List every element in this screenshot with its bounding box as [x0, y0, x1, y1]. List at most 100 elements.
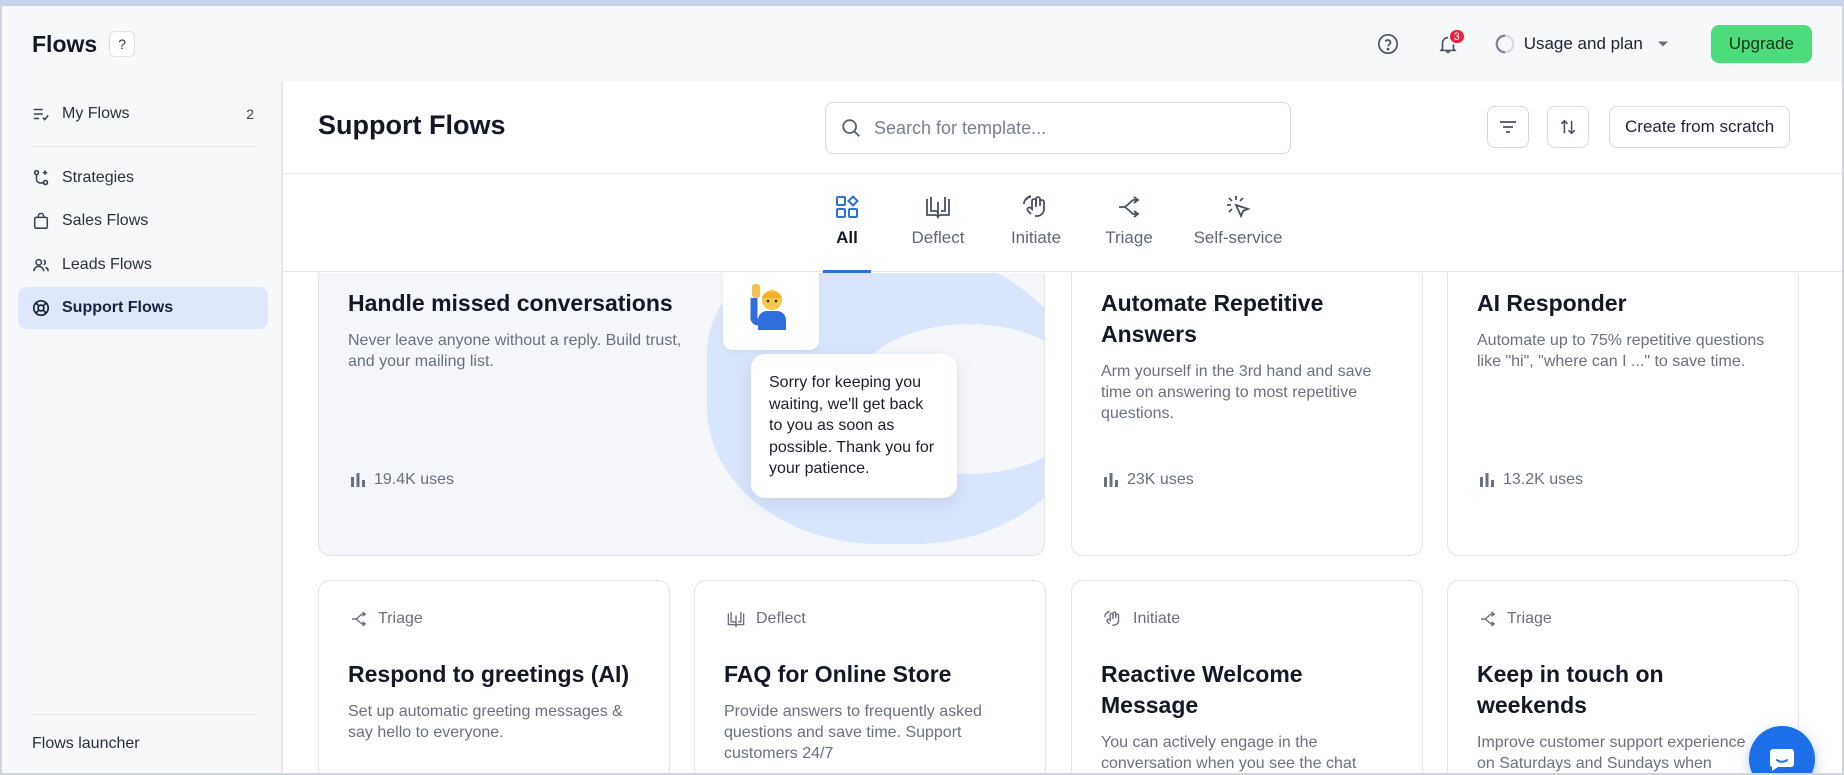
bar-chart-icon — [351, 473, 365, 487]
tab-label: Initiate — [1010, 228, 1062, 247]
tab-self-service[interactable]: Self-service — [1191, 174, 1285, 272]
card-description: Arm yourself in the 3rd hand and save ti… — [1101, 363, 1372, 422]
cursor-click-icon — [1227, 196, 1251, 219]
sidebar-item-label: Sales Flows — [62, 212, 149, 229]
card-uses-label: 13.2K uses — [1503, 471, 1584, 488]
card-category-tag: Deflect — [726, 610, 806, 628]
card-category-tag: Initiate — [1103, 610, 1180, 628]
tab-initiate[interactable]: Initiate — [1003, 174, 1069, 272]
card-title: Keep in touch on weekends — [1477, 661, 1664, 718]
card-description: Set up automatic greeting messages & say… — [348, 703, 623, 741]
sidebar-item-count: 2 — [246, 106, 254, 122]
app-title: Flows — [32, 30, 98, 57]
sidebar-item-strategies[interactable]: Strategies — [18, 157, 268, 199]
split-arrows-icon — [1481, 611, 1496, 627]
card-tag-label: Deflect — [756, 610, 806, 627]
sidebar: My Flows 2 Strategies Sales Flows Leads … — [2, 82, 282, 773]
card-title: Respond to greetings (AI) — [348, 661, 630, 687]
waving-person-icon — [750, 284, 786, 330]
app-window: Flows ? 3 Usage and plan Upgrade My Flow… — [0, 0, 1844, 775]
card-category-tag: Triage — [350, 610, 423, 628]
filter-icon — [1500, 121, 1516, 133]
strategy-icon — [32, 169, 50, 187]
template-card-handle-missed-conversations[interactable]: Handle missed conversations Never leave … — [318, 273, 1045, 556]
search-input[interactable] — [874, 117, 1254, 139]
book-icon — [926, 197, 950, 220]
progress-ring-icon — [1495, 34, 1515, 54]
flows-launcher-link[interactable]: Flows launcher — [32, 735, 140, 753]
list-check-icon — [32, 105, 50, 123]
template-card-faq-online-store[interactable]: Deflect FAQ for Online Store Provide ans… — [694, 580, 1046, 773]
grid-icon — [836, 195, 859, 218]
sidebar-item-label: Strategies — [62, 169, 135, 186]
sidebar-item-leads-flows[interactable]: Leads Flows — [18, 244, 268, 286]
card-description: Provide answers to frequently asked ques… — [724, 703, 982, 762]
upgrade-button[interactable]: Upgrade — [1710, 25, 1812, 63]
sort-button[interactable] — [1547, 106, 1589, 148]
sidebar-item-my-flows[interactable]: My Flows 2 — [18, 93, 268, 135]
tab-all[interactable]: All — [823, 174, 871, 273]
tab-triage[interactable]: Triage — [1101, 174, 1157, 272]
usage-and-plan-dropdown[interactable]: Usage and plan — [1494, 33, 1669, 55]
split-arrows-icon — [1119, 196, 1140, 218]
main-panel: Support Flows Create from scratch — [282, 82, 1842, 773]
template-card-ai-responder[interactable]: AI Responder Automate up to 75% repetiti… — [1447, 273, 1799, 556]
card-title: Automate Repetitive Answers — [1101, 290, 1324, 347]
card-tag-label: Triage — [1507, 610, 1552, 627]
create-from-scratch-button[interactable]: Create from scratch — [1609, 106, 1791, 148]
sidebar-divider — [32, 146, 258, 147]
help-button[interactable] — [1368, 24, 1408, 64]
lifebuoy-icon — [32, 299, 50, 317]
template-card-reactive-welcome-message[interactable]: Initiate Reactive Welcome Message You ca… — [1071, 580, 1423, 773]
notification-badge: 3 — [1447, 28, 1466, 45]
template-card-keep-in-touch-weekends[interactable]: Triage Keep in touch on weekends Improve… — [1447, 580, 1799, 773]
category-tabs: All Deflect Initiate Triage Self-service — [283, 174, 1842, 273]
tab-deflect[interactable]: Deflect — [905, 174, 971, 272]
card-description: Improve customer support experience on S… — [1477, 734, 1746, 772]
title-help-button[interactable]: ? — [109, 31, 136, 57]
templates-grid: Handle missed conversations Never leave … — [283, 273, 1842, 773]
template-card-automate-repetitive-answers[interactable]: Automate Repetitive Answers Arm yourself… — [1071, 273, 1423, 556]
top-bar-actions: 3 Usage and plan Upgrade — [1368, 24, 1812, 64]
sidebar-item-label: Support Flows — [62, 299, 174, 316]
shopping-bag-icon — [32, 212, 50, 230]
card-title: Handle missed conversations — [348, 290, 673, 316]
chat-bubble-icon — [1769, 749, 1794, 771]
tab-label: Self-service — [1193, 228, 1283, 247]
sidebar-item-label: My Flows — [62, 105, 130, 122]
card-title: Reactive Welcome Message — [1101, 661, 1303, 718]
card-description: Automate up to 75% repetitive questions … — [1477, 332, 1765, 370]
agent-avatar — [723, 273, 819, 350]
sort-icon — [1560, 119, 1576, 135]
card-category-tag: Triage — [1479, 610, 1552, 628]
template-card-respond-to-greetings[interactable]: Triage Respond to greetings (AI) Set up … — [318, 580, 670, 773]
sidebar-item-label: Leads Flows — [62, 256, 152, 273]
filter-button[interactable] — [1487, 106, 1529, 148]
card-uses: 13.2K uses — [1479, 471, 1583, 489]
card-description: Never leave anyone without a reply. Buil… — [348, 332, 682, 370]
search-icon — [842, 119, 860, 137]
wave-hand-icon — [1023, 195, 1045, 217]
sidebar-item-sales-flows[interactable]: Sales Flows — [18, 200, 268, 242]
main-header: Support Flows Create from scratch — [283, 82, 1842, 174]
card-uses-label: 19.4K uses — [374, 471, 455, 488]
template-search[interactable] — [825, 102, 1291, 154]
card-uses-label: 23K uses — [1127, 471, 1194, 488]
bar-chart-icon — [1480, 473, 1494, 487]
tab-label: Triage — [1105, 228, 1153, 247]
tab-label: All — [836, 228, 858, 247]
usage-label: Usage and plan — [1523, 34, 1643, 53]
sidebar-item-support-flows[interactable]: Support Flows — [18, 287, 268, 329]
question-circle-icon — [1377, 34, 1398, 54]
users-icon — [32, 256, 50, 274]
notifications-button[interactable]: 3 — [1428, 24, 1468, 64]
split-arrows-icon — [352, 611, 367, 627]
book-icon — [727, 612, 745, 628]
card-tag-label: Initiate — [1133, 610, 1181, 627]
page-title: Support Flows — [318, 110, 506, 140]
sidebar-divider — [32, 714, 258, 715]
card-uses: 19.4K uses — [350, 471, 454, 489]
bar-chart-icon — [1104, 473, 1118, 487]
chat-bubble-preview: Sorry for keeping you waiting, we'll get… — [751, 354, 957, 498]
card-title: FAQ for Online Store — [724, 661, 952, 687]
